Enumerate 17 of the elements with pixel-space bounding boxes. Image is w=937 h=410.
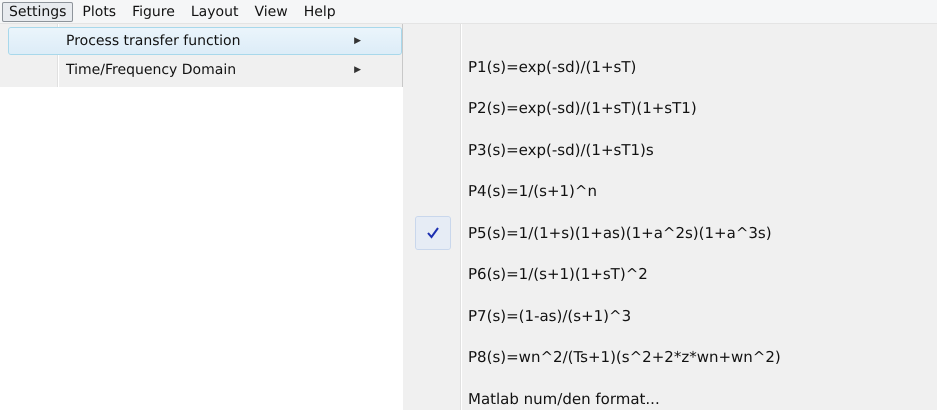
menu-entry[interactable]: P3(s)=exp(-sd)/(1+sT1)s (403, 129, 937, 170)
menu-entry[interactable]: P1(s)=exp(-sd)/(1+sT) (403, 46, 937, 88)
menu-entry[interactable]: Process transfer function ▶ (8, 27, 402, 55)
menu-item[interactable]: Settings (2, 2, 74, 22)
menu-entry[interactable]: P2(s)=exp(-sd)/(1+sT)(1+sT1) (403, 88, 937, 129)
menu-entry[interactable]: P8(s)=wn^2/(Ts+1)(s^2+2*z*wn+wn^2) (403, 336, 937, 378)
menu-item[interactable]: Layout (184, 2, 246, 22)
menu-entry[interactable]: Matlab num/den format... (403, 378, 937, 410)
menu-item[interactable]: View (247, 2, 295, 22)
menu-entry[interactable]: P6(s)=1/(s+1)(1+sT)^2 (403, 254, 937, 295)
menu-item[interactable]: Figure (125, 2, 182, 22)
menu-entry[interactable]: Time/Frequency Domain ▶ (8, 56, 402, 84)
menu-entry[interactable]: P4(s)=1/(s+1)^n (403, 170, 937, 212)
menu-entry[interactable]: P7(s)=(1-as)/(s+1)^3 (403, 295, 937, 336)
menu-item[interactable]: Help (296, 2, 343, 22)
menu-entry[interactable]: P5(s)=1/(1+s)(1+as)(1+a^2s)(1+a^3s) (403, 212, 937, 254)
menu-item[interactable]: Plots (75, 2, 124, 22)
